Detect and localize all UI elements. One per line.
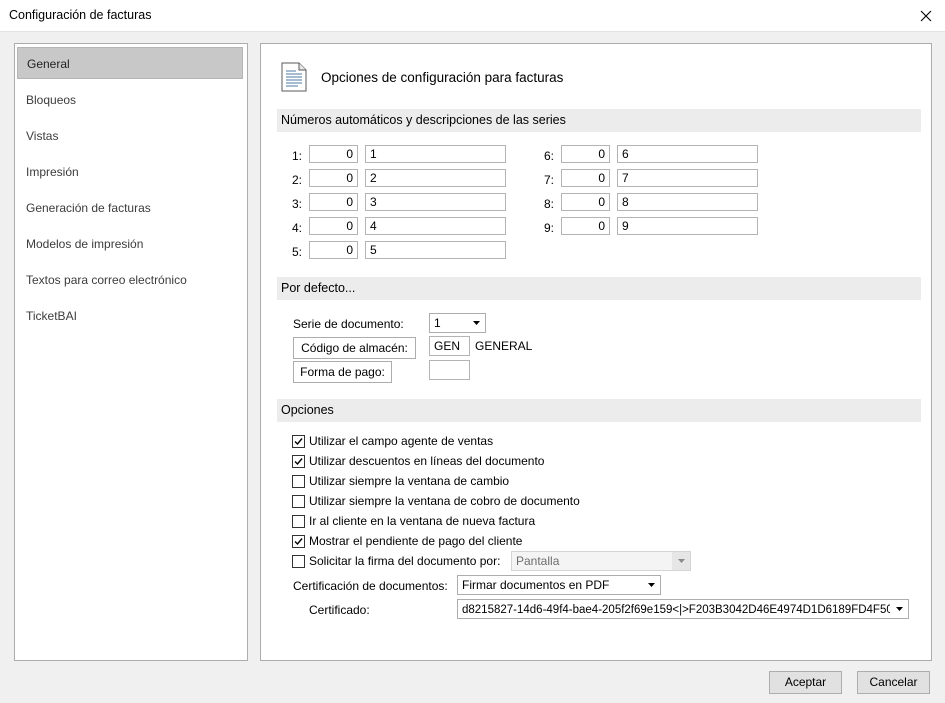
chevron-down-icon	[642, 576, 660, 594]
series-section-header: Números automáticos y descripciones de l…	[277, 109, 921, 132]
option-label: Utilizar el campo agente de ventas	[309, 434, 494, 448]
certificado-label: Certificado:	[309, 603, 370, 617]
series-number-4[interactable]: 0	[309, 217, 358, 235]
serie-documento-label: Serie de documento:	[293, 317, 404, 331]
option-label: Mostrar el pendiente de pago del cliente	[309, 534, 523, 548]
document-icon	[281, 62, 307, 92]
check-icon	[294, 437, 303, 445]
series-label-4: 4:	[292, 221, 303, 235]
series-label-1: 1:	[292, 149, 303, 163]
certificacion-select[interactable]: Firmar documentos en PDF	[457, 575, 661, 595]
series-description-1[interactable]: 1	[365, 145, 506, 163]
accept-button[interactable]: Aceptar	[769, 671, 842, 694]
almacen-name: GENERAL	[475, 339, 533, 353]
serie-documento-value: 1	[434, 316, 441, 330]
series-description-7[interactable]: 7	[617, 169, 758, 187]
nav-item-bloqueos[interactable]: Bloqueos	[17, 84, 243, 116]
series-description-6[interactable]: 6	[617, 145, 758, 163]
title-bar: Configuración de facturas	[0, 0, 945, 32]
settings-panel: Opciones de configuración para facturas …	[260, 43, 932, 661]
series-number-5[interactable]: 0	[309, 241, 358, 259]
option-label: Ir al cliente en la ventana de nueva fac…	[309, 514, 536, 528]
series-label-8: 8:	[544, 197, 555, 211]
check-icon	[294, 457, 303, 465]
series-number-6[interactable]: 0	[561, 145, 610, 163]
nav-item-general[interactable]: General	[17, 47, 243, 79]
series-number-8[interactable]: 0	[561, 193, 610, 211]
certificacion-value: Firmar documentos en PDF	[462, 578, 610, 592]
close-icon	[920, 10, 931, 21]
series-label-3: 3:	[292, 197, 303, 211]
option-pendiente-pago[interactable]: Mostrar el pendiente de pago del cliente	[292, 533, 522, 549]
series-label-6: 6:	[544, 149, 555, 163]
chevron-down-icon	[890, 600, 908, 618]
series-label-2: 2:	[292, 173, 303, 187]
certificado-select[interactable]: d8215827-14d6-49f4-bae4-205f2f69e159<|>F…	[457, 599, 909, 619]
forma-pago-button[interactable]: Forma de pago:	[293, 361, 392, 383]
series-number-7[interactable]: 0	[561, 169, 610, 187]
checkbox-unchecked[interactable]	[292, 514, 305, 528]
nav-item-generacion-facturas[interactable]: Generación de facturas	[17, 192, 243, 224]
option-ventana-cobro[interactable]: Utilizar siempre la ventana de cobro de …	[292, 493, 580, 509]
series-label-5: 5:	[292, 245, 303, 259]
series-description-4[interactable]: 4	[365, 217, 506, 235]
settings-nav: General Bloqueos Vistas Impresión Genera…	[14, 43, 248, 661]
option-label: Utilizar siempre la ventana de cambio	[309, 474, 510, 488]
series-number-2[interactable]: 0	[309, 169, 358, 187]
option-descuentos-lineas[interactable]: Utilizar descuentos en líneas del docume…	[292, 453, 544, 469]
nav-item-ticketbai[interactable]: TicketBAI	[17, 300, 243, 332]
nav-item-textos-correo[interactable]: Textos para correo electrónico	[17, 264, 243, 296]
cancel-button[interactable]: Cancelar	[857, 671, 930, 694]
series-number-9[interactable]: 0	[561, 217, 610, 235]
defaults-section-header: Por defecto...	[277, 277, 921, 300]
options-section-header: Opciones	[277, 399, 921, 422]
firma-method-value: Pantalla	[516, 554, 560, 568]
option-label: Utilizar siempre la ventana de cobro de …	[309, 494, 580, 508]
option-ir-cliente[interactable]: Ir al cliente en la ventana de nueva fac…	[292, 513, 535, 529]
nav-item-modelos-impresion[interactable]: Modelos de impresión	[17, 228, 243, 260]
checkbox-checked[interactable]	[292, 434, 305, 448]
series-number-3[interactable]: 0	[309, 193, 358, 211]
checkbox-unchecked[interactable]	[292, 554, 305, 568]
series-description-2[interactable]: 2	[365, 169, 506, 187]
series-description-8[interactable]: 8	[617, 193, 758, 211]
series-description-9[interactable]: 9	[617, 217, 758, 235]
codigo-almacen-button[interactable]: Código de almacén:	[293, 337, 416, 359]
checkbox-checked[interactable]	[292, 454, 305, 468]
serie-documento-select[interactable]: 1	[429, 313, 486, 333]
nav-item-vistas[interactable]: Vistas	[17, 120, 243, 152]
almacen-code-field[interactable]: GEN	[429, 336, 470, 356]
close-button[interactable]	[906, 0, 945, 31]
option-solicitar-firma[interactable]: Solicitar la firma del documento por:	[292, 553, 500, 569]
chevron-down-icon	[467, 314, 485, 332]
forma-pago-code-field[interactable]	[429, 360, 470, 380]
series-label-9: 9:	[544, 221, 555, 235]
chevron-down-icon	[672, 552, 690, 570]
check-icon	[294, 537, 303, 545]
panel-title: Opciones de configuración para facturas	[321, 70, 564, 85]
option-label: Solicitar la firma del documento por:	[309, 554, 501, 568]
certificacion-label: Certificación de documentos:	[293, 579, 448, 593]
series-description-5[interactable]: 5	[365, 241, 506, 259]
option-agente-ventas[interactable]: Utilizar el campo agente de ventas	[292, 433, 493, 449]
checkbox-unchecked[interactable]	[292, 474, 305, 488]
certificado-value: d8215827-14d6-49f4-bae4-205f2f69e159<|>F…	[462, 604, 907, 616]
series-label-7: 7:	[544, 173, 555, 187]
series-description-3[interactable]: 3	[365, 193, 506, 211]
nav-item-impresion[interactable]: Impresión	[17, 156, 243, 188]
checkbox-checked[interactable]	[292, 534, 305, 548]
option-ventana-cambio[interactable]: Utilizar siempre la ventana de cambio	[292, 473, 509, 489]
checkbox-unchecked[interactable]	[292, 494, 305, 508]
firma-method-select: Pantalla	[511, 551, 691, 571]
option-label: Utilizar descuentos en líneas del docume…	[309, 454, 545, 468]
window-title: Configuración de facturas	[9, 8, 152, 22]
series-number-1[interactable]: 0	[309, 145, 358, 163]
